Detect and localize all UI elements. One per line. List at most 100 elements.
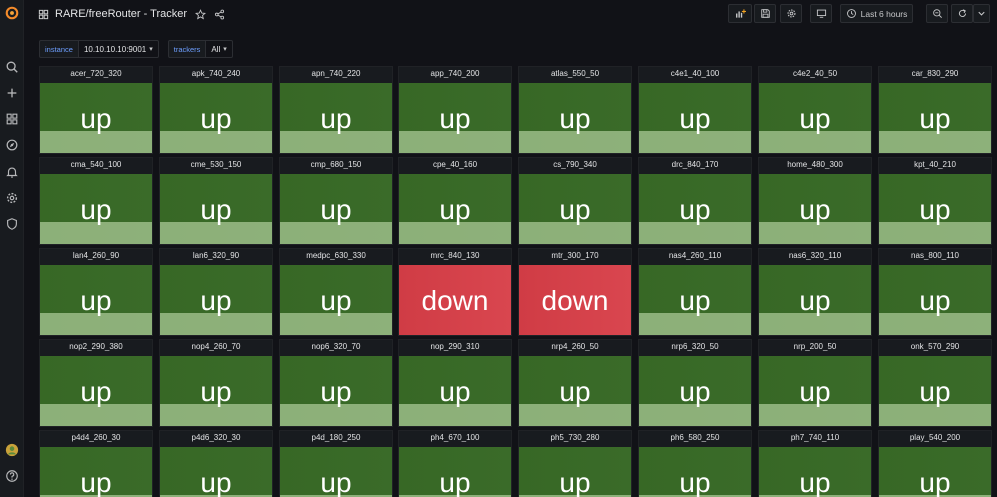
stat-panel[interactable]: lan6_320_90 up bbox=[159, 248, 273, 336]
shield-icon[interactable] bbox=[3, 215, 21, 233]
stat-panel[interactable]: ph7_740_110 up bbox=[758, 430, 872, 497]
refresh-button[interactable] bbox=[951, 4, 973, 23]
panel-title[interactable]: acer_720_320 bbox=[40, 69, 152, 81]
stat-panel[interactable]: cpe_40_160 up bbox=[398, 157, 512, 245]
stat-panel[interactable]: app_740_200 up bbox=[398, 66, 512, 154]
panel-title[interactable]: nop6_320_70 bbox=[280, 342, 392, 354]
panel-title[interactable]: nas4_260_110 bbox=[639, 251, 751, 263]
search-icon[interactable] bbox=[3, 58, 21, 76]
panel-title[interactable]: nop4_260_70 bbox=[160, 342, 272, 354]
panel-title[interactable]: cs_790_340 bbox=[519, 160, 631, 172]
gear-icon[interactable] bbox=[3, 189, 21, 207]
variable-select-trackers[interactable]: All ▾ bbox=[206, 40, 233, 58]
stat-panel[interactable]: nas4_260_110 up bbox=[638, 248, 752, 336]
zoom-out-button[interactable] bbox=[926, 4, 948, 23]
panel-title[interactable]: ph4_670_100 bbox=[399, 433, 511, 445]
panel-title[interactable]: apk_740_240 bbox=[160, 69, 272, 81]
variable-select-instance[interactable]: 10.10.10.10:9001 ▾ bbox=[78, 40, 159, 58]
panel-title[interactable]: nop2_290_380 bbox=[40, 342, 152, 354]
stat-panel[interactable]: mtr_300_170 down bbox=[518, 248, 632, 336]
panel-title[interactable]: cpe_40_160 bbox=[399, 160, 511, 172]
panel-title[interactable]: c4e2_40_50 bbox=[759, 69, 871, 81]
panel-title[interactable]: nas6_320_110 bbox=[759, 251, 871, 263]
save-dashboard-button[interactable] bbox=[754, 4, 776, 23]
stat-panel[interactable]: nop6_320_70 up bbox=[279, 339, 393, 427]
panel-title[interactable]: cma_540_100 bbox=[40, 160, 152, 172]
stat-panel[interactable]: nrp6_320_50 up bbox=[638, 339, 752, 427]
stat-panel[interactable]: onk_570_290 up bbox=[878, 339, 992, 427]
panel-title[interactable]: kpt_40_210 bbox=[879, 160, 991, 172]
dashboard-settings-button[interactable] bbox=[780, 4, 802, 23]
panel-title[interactable]: p4d6_320_30 bbox=[160, 433, 272, 445]
stat-panel[interactable]: p4d4_260_30 up bbox=[39, 430, 153, 497]
panel-title[interactable]: lan6_320_90 bbox=[160, 251, 272, 263]
stat-panel[interactable]: p4d_180_250 up bbox=[279, 430, 393, 497]
panel-title[interactable]: play_540_200 bbox=[879, 433, 991, 445]
dashboards-icon[interactable] bbox=[3, 110, 21, 128]
panel-title[interactable]: p4d_180_250 bbox=[280, 433, 392, 445]
stat-panel[interactable]: nas6_320_110 up bbox=[758, 248, 872, 336]
panel-title[interactable]: ph5_730_280 bbox=[519, 433, 631, 445]
stat-panel[interactable]: nrp_200_50 up bbox=[758, 339, 872, 427]
stat-panel[interactable]: medpc_630_330 up bbox=[279, 248, 393, 336]
panel-title[interactable]: lan4_260_90 bbox=[40, 251, 152, 263]
stat-panel[interactable]: car_830_290 up bbox=[878, 66, 992, 154]
panel-title[interactable]: app_740_200 bbox=[399, 69, 511, 81]
stat-panel[interactable]: nrp4_260_50 up bbox=[518, 339, 632, 427]
stat-panel[interactable]: ph5_730_280 up bbox=[518, 430, 632, 497]
dashboard-title[interactable]: RARE/freeRouter - Tracker bbox=[55, 8, 187, 20]
stat-panel[interactable]: drc_840_170 up bbox=[638, 157, 752, 245]
stat-panel[interactable]: cs_790_340 up bbox=[518, 157, 632, 245]
panel-title[interactable]: ph7_740_110 bbox=[759, 433, 871, 445]
stat-panel[interactable]: cma_540_100 up bbox=[39, 157, 153, 245]
stat-panel[interactable]: atlas_550_50 up bbox=[518, 66, 632, 154]
panel-title[interactable]: nas_800_110 bbox=[879, 251, 991, 263]
panel-title[interactable]: medpc_630_330 bbox=[280, 251, 392, 263]
star-icon[interactable] bbox=[195, 8, 207, 20]
stat-panel[interactable]: apn_740_220 up bbox=[279, 66, 393, 154]
panel-title[interactable]: c4e1_40_100 bbox=[639, 69, 751, 81]
alerting-icon[interactable] bbox=[3, 163, 21, 181]
grafana-logo-icon[interactable] bbox=[3, 4, 21, 22]
time-picker-button[interactable]: Last 6 hours bbox=[840, 4, 913, 23]
stat-panel[interactable]: p4d6_320_30 up bbox=[159, 430, 273, 497]
panel-title[interactable]: ph6_580_250 bbox=[639, 433, 751, 445]
stat-panel[interactable]: cmp_680_150 up bbox=[279, 157, 393, 245]
panel-title[interactable]: nrp6_320_50 bbox=[639, 342, 751, 354]
panel-title[interactable]: nrp_200_50 bbox=[759, 342, 871, 354]
panel-title[interactable]: mtr_300_170 bbox=[519, 251, 631, 263]
stat-panel[interactable]: home_480_300 up bbox=[758, 157, 872, 245]
cycle-view-mode-button[interactable] bbox=[810, 4, 832, 23]
stat-panel[interactable]: nop_290_310 up bbox=[398, 339, 512, 427]
stat-panel[interactable]: lan4_260_90 up bbox=[39, 248, 153, 336]
panel-title[interactable]: apn_740_220 bbox=[280, 69, 392, 81]
panel-title[interactable]: drc_840_170 bbox=[639, 160, 751, 172]
stat-panel[interactable]: acer_720_320 up bbox=[39, 66, 153, 154]
panel-title[interactable]: home_480_300 bbox=[759, 160, 871, 172]
panel-title[interactable]: cmp_680_150 bbox=[280, 160, 392, 172]
avatar-icon[interactable] bbox=[3, 441, 21, 459]
panel-title[interactable]: cme_530_150 bbox=[160, 160, 272, 172]
panel-title[interactable]: onk_570_290 bbox=[879, 342, 991, 354]
stat-panel[interactable]: ph6_580_250 up bbox=[638, 430, 752, 497]
panel-title[interactable]: car_830_290 bbox=[879, 69, 991, 81]
help-icon[interactable] bbox=[3, 467, 21, 485]
explore-icon[interactable] bbox=[3, 136, 21, 154]
panel-title[interactable]: nrp4_260_50 bbox=[519, 342, 631, 354]
share-icon[interactable] bbox=[214, 9, 225, 20]
panel-title[interactable]: mrc_840_130 bbox=[399, 251, 511, 263]
add-panel-button[interactable] bbox=[728, 4, 752, 23]
stat-panel[interactable]: mrc_840_130 down bbox=[398, 248, 512, 336]
plus-icon[interactable] bbox=[3, 84, 21, 102]
stat-panel[interactable]: ph4_670_100 up bbox=[398, 430, 512, 497]
panel-title[interactable]: p4d4_260_30 bbox=[40, 433, 152, 445]
panel-title[interactable]: atlas_550_50 bbox=[519, 69, 631, 81]
stat-panel[interactable]: nop2_290_380 up bbox=[39, 339, 153, 427]
stat-panel[interactable]: kpt_40_210 up bbox=[878, 157, 992, 245]
stat-panel[interactable]: nas_800_110 up bbox=[878, 248, 992, 336]
refresh-interval-dropdown[interactable] bbox=[973, 4, 990, 23]
stat-panel[interactable]: play_540_200 up bbox=[878, 430, 992, 497]
stat-panel[interactable]: nop4_260_70 up bbox=[159, 339, 273, 427]
stat-panel[interactable]: apk_740_240 up bbox=[159, 66, 273, 154]
panel-title[interactable]: nop_290_310 bbox=[399, 342, 511, 354]
